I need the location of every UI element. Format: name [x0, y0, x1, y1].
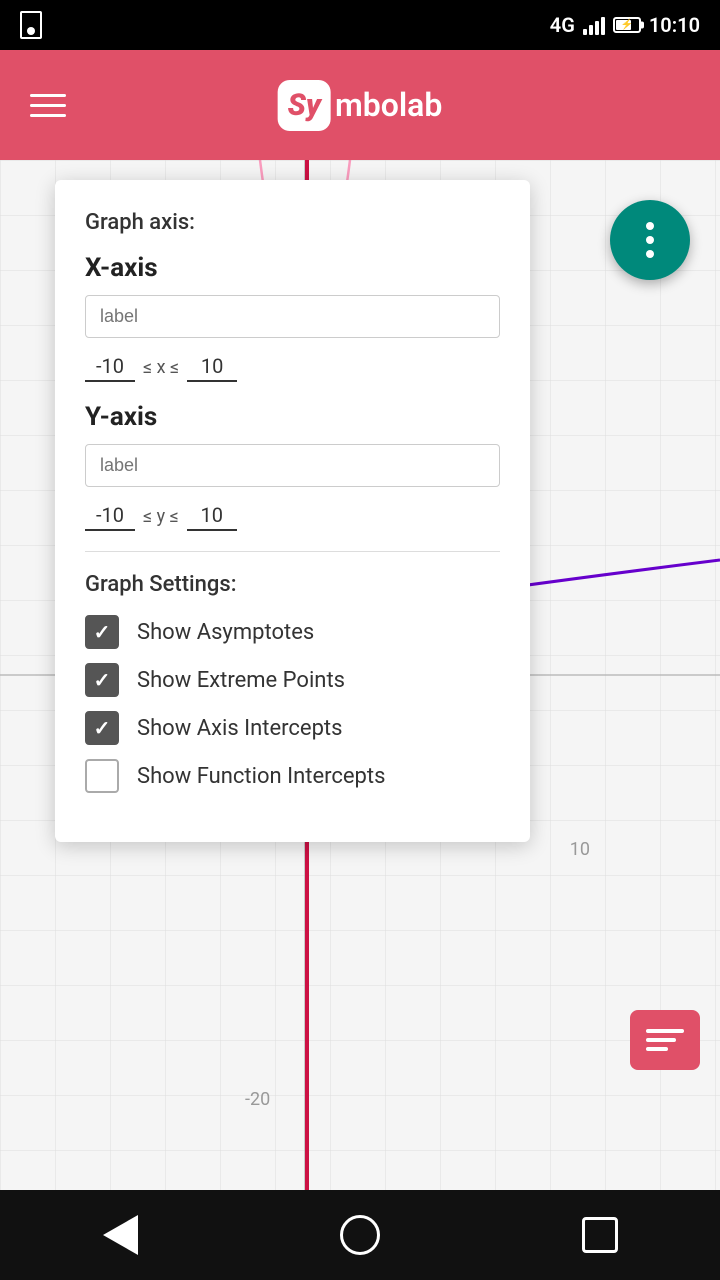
graph-area: 10 -20 Graph axis: X-axis -10 ≤ x ≤ 10 Y…	[0, 160, 720, 1190]
x-range-row: -10 ≤ x ≤ 10	[85, 352, 500, 382]
x-min-value[interactable]: -10	[85, 352, 135, 382]
back-button[interactable]	[90, 1205, 150, 1265]
signal-bars-icon	[583, 15, 605, 35]
label-asymptotes: Show Asymptotes	[137, 620, 314, 645]
checkbox-function-intercepts[interactable]	[85, 759, 119, 793]
checkbox-axis-intercepts[interactable]: ✓	[85, 711, 119, 745]
recent-icon	[582, 1217, 618, 1253]
status-left	[20, 11, 42, 39]
back-icon	[103, 1215, 138, 1255]
header: Sy mbolab	[0, 50, 720, 160]
settings-panel: Graph axis: X-axis -10 ≤ x ≤ 10 Y-axis -…	[55, 180, 530, 842]
logo-box: Sy	[278, 80, 331, 131]
nav-bar	[0, 1190, 720, 1280]
y-max-value[interactable]: 10	[187, 501, 237, 531]
label-function-intercepts: Show Function Intercepts	[137, 764, 385, 789]
y-axis-label-input[interactable]	[85, 444, 500, 487]
y-range-row: -10 ≤ y ≤ 10	[85, 501, 500, 531]
status-icons: 4G ⚡ 10:10	[550, 13, 700, 37]
battery-icon: ⚡	[613, 17, 641, 33]
checkbox-row-function-intercepts: Show Function Intercepts	[85, 759, 500, 793]
logo-sy: Sy	[288, 88, 321, 123]
status-bar: 4G ⚡ 10:10	[0, 0, 720, 50]
checkbox-row-asymptotes: ✓ Show Asymptotes	[85, 615, 500, 649]
checkbox-asymptotes[interactable]: ✓	[85, 615, 119, 649]
signal-type: 4G	[550, 13, 575, 37]
y-min-value[interactable]: -10	[85, 501, 135, 531]
checkbox-extreme-points[interactable]: ✓	[85, 663, 119, 697]
x-lte-symbol: ≤ x ≤	[143, 357, 179, 378]
checkmark-axis-intercepts: ✓	[94, 716, 111, 740]
logo-rest: mbolab	[335, 86, 442, 124]
checkbox-row-axis-intercepts: ✓ Show Axis Intercepts	[85, 711, 500, 745]
clock: 10:10	[649, 13, 700, 37]
graph-axis-title: Graph axis:	[85, 210, 500, 235]
checkmark-asymptotes: ✓	[94, 620, 111, 644]
sim-icon	[20, 11, 42, 39]
y-lte-symbol: ≤ y ≤	[143, 506, 179, 527]
three-dots-icon	[646, 222, 654, 258]
hamburger-menu[interactable]	[30, 94, 66, 117]
home-icon	[340, 1215, 380, 1255]
logo: Sy mbolab	[278, 80, 443, 131]
more-options-fab[interactable]	[610, 200, 690, 280]
checkmark-extreme-points: ✓	[94, 668, 111, 692]
checkbox-row-extreme-points: ✓ Show Extreme Points	[85, 663, 500, 697]
recent-button[interactable]	[570, 1205, 630, 1265]
graph-label-minus20: -20	[245, 1089, 270, 1110]
graph-label-10: 10	[570, 839, 590, 860]
divider	[85, 551, 500, 552]
graph-settings-title: Graph Settings:	[85, 572, 500, 597]
x-axis-label-input[interactable]	[85, 295, 500, 338]
x-axis-label: X-axis	[85, 253, 500, 283]
y-axis-label: Y-axis	[85, 402, 500, 432]
lines-icon	[646, 1029, 684, 1051]
bottom-lines-fab[interactable]	[630, 1010, 700, 1070]
label-axis-intercepts: Show Axis Intercepts	[137, 716, 342, 741]
home-button[interactable]	[330, 1205, 390, 1265]
x-max-value[interactable]: 10	[187, 352, 237, 382]
label-extreme-points: Show Extreme Points	[137, 668, 345, 693]
